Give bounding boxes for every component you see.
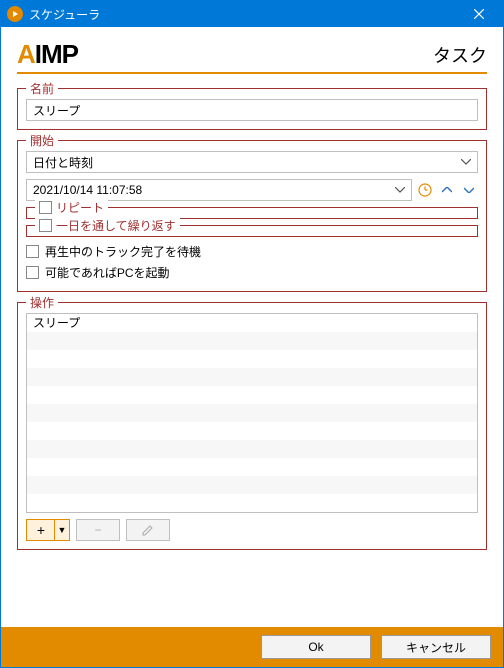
name-legend: 名前 — [26, 80, 58, 97]
repeat-checkbox[interactable] — [39, 201, 52, 214]
datetime-value: 2021/10/14 11:07:58 — [33, 183, 142, 197]
header: AIMP タスク — [17, 31, 487, 72]
datetime-input[interactable]: 2021/10/14 11:07:58 — [26, 179, 412, 201]
list-item[interactable]: スリープ — [27, 314, 477, 332]
name-group: 名前 — [17, 88, 487, 130]
plus-icon: + — [27, 523, 55, 537]
clock-button[interactable] — [416, 181, 434, 199]
wait-track-row: 再生中のトラック完了を待機 — [26, 241, 478, 262]
ok-label: Ok — [308, 640, 323, 654]
actions-toolbar: + ▼ − — [26, 519, 478, 541]
all-day-group: 一日を通して繰り返す — [26, 225, 478, 237]
wait-track-checkbox[interactable] — [26, 245, 39, 258]
name-input[interactable] — [26, 99, 478, 121]
close-button[interactable] — [459, 1, 499, 27]
chevron-down-icon — [461, 159, 471, 165]
repeat-legend: リピート — [56, 199, 104, 216]
start-group: 開始 日付と時刻 2021/10/14 11:07:58 — [17, 140, 487, 292]
page-title: タスク — [433, 42, 487, 68]
start-mode-select[interactable]: 日付と時刻 — [26, 151, 478, 173]
edit-action-button[interactable] — [126, 519, 170, 541]
start-mode-value: 日付と時刻 — [33, 154, 93, 171]
header-divider — [17, 72, 487, 74]
wait-track-label: 再生中のトラック完了を待機 — [45, 243, 201, 260]
chevron-up-icon — [442, 187, 452, 193]
minus-icon: − — [94, 523, 101, 537]
window-title: スケジューラ — [29, 6, 459, 23]
clock-icon — [418, 183, 432, 197]
app-logo: AIMP — [17, 39, 78, 70]
remove-action-button[interactable]: − — [76, 519, 120, 541]
titlebar: スケジューラ — [1, 1, 503, 27]
app-icon — [7, 6, 23, 22]
actions-legend: 操作 — [26, 294, 58, 311]
cancel-button[interactable]: キャンセル — [381, 635, 491, 659]
ok-button[interactable]: Ok — [261, 635, 371, 659]
actions-listbox[interactable]: スリープ — [26, 313, 478, 513]
wake-pc-checkbox[interactable] — [26, 266, 39, 279]
all-day-legend: 一日を通して繰り返す — [56, 217, 176, 234]
cancel-label: キャンセル — [406, 639, 466, 656]
pencil-icon — [142, 524, 154, 536]
start-legend: 開始 — [26, 132, 58, 149]
actions-group: 操作 スリープ + ▼ − — [17, 302, 487, 550]
spin-up-button[interactable] — [438, 181, 456, 199]
close-icon — [474, 9, 484, 19]
wake-pc-label: 可能であればPCを起動 — [45, 264, 170, 281]
all-day-checkbox[interactable] — [39, 219, 52, 232]
wake-pc-row: 可能であればPCを起動 — [26, 262, 478, 283]
chevron-down-icon — [464, 187, 474, 193]
chevron-down-icon — [395, 187, 405, 193]
add-action-button[interactable]: + ▼ — [26, 519, 70, 541]
spin-down-button[interactable] — [460, 181, 478, 199]
button-bar: Ok キャンセル — [1, 627, 503, 667]
dropdown-arrow-icon: ▼ — [55, 525, 69, 535]
